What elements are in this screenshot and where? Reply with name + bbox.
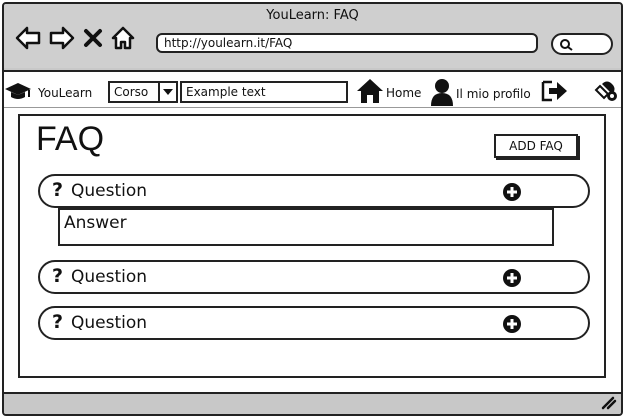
brand[interactable]: YouLearn (4, 81, 92, 104)
course-select-value: Corso (114, 85, 149, 99)
question-mark-icon: ? (52, 265, 64, 287)
faq-question-1[interactable]: ? Question (38, 174, 590, 208)
plus-circle-icon[interactable] (502, 182, 522, 206)
bell-icon (594, 78, 620, 107)
search-text-input[interactable]: Example text (180, 81, 348, 103)
browser-window: YouLearn: FAQ http://youlearn.it/FAQ You… (2, 2, 623, 416)
browser-search-input[interactable] (551, 33, 613, 55)
faq-panel: FAQ ADD FAQ ? Question Answer ? Question… (18, 114, 606, 378)
resize-grip-icon[interactable] (599, 394, 617, 414)
logout-button[interactable] (540, 78, 570, 107)
profile-link[interactable]: Il mio profilo (430, 78, 531, 109)
plus-circle-icon[interactable] (502, 268, 522, 292)
graduation-cap-icon (4, 81, 32, 104)
faq-question-3[interactable]: ? Question (38, 306, 590, 340)
chevron-down-icon[interactable] (158, 83, 176, 101)
home-icon[interactable] (110, 24, 136, 52)
brand-label: YouLearn (38, 85, 93, 100)
user-icon (430, 78, 454, 109)
profile-label: Il mio profilo (456, 86, 531, 101)
status-bar (4, 392, 621, 414)
add-faq-button[interactable]: ADD FAQ (494, 134, 578, 158)
app-toolbar: YouLearn Corso Example text Home Il mio … (4, 70, 621, 108)
content-area: FAQ ADD FAQ ? Question Answer ? Question… (4, 108, 621, 392)
plus-circle-icon[interactable] (502, 314, 522, 338)
question-mark-icon: ? (52, 311, 64, 333)
logout-icon (540, 78, 570, 107)
question-label: Question (71, 181, 148, 201)
page-title: FAQ (36, 120, 105, 158)
notifications-button[interactable] (594, 78, 620, 107)
faq-question-2[interactable]: ? Question (38, 260, 590, 294)
question-label: Question (71, 267, 148, 287)
home-label: Home (386, 85, 422, 100)
nav-buttons (14, 24, 136, 52)
back-icon[interactable] (14, 24, 42, 52)
close-icon[interactable] (82, 24, 104, 52)
home-link[interactable]: Home (356, 78, 421, 107)
question-mark-icon: ? (52, 179, 64, 201)
question-label: Question (71, 313, 148, 333)
faq-answer-1: Answer (58, 208, 554, 246)
title-bar: YouLearn: FAQ http://youlearn.it/FAQ (4, 4, 621, 68)
course-select[interactable]: Corso (108, 81, 178, 103)
window-title: YouLearn: FAQ (266, 8, 359, 23)
house-icon (356, 78, 384, 107)
url-bar[interactable]: http://youlearn.it/FAQ (156, 33, 538, 53)
forward-icon[interactable] (48, 24, 76, 52)
